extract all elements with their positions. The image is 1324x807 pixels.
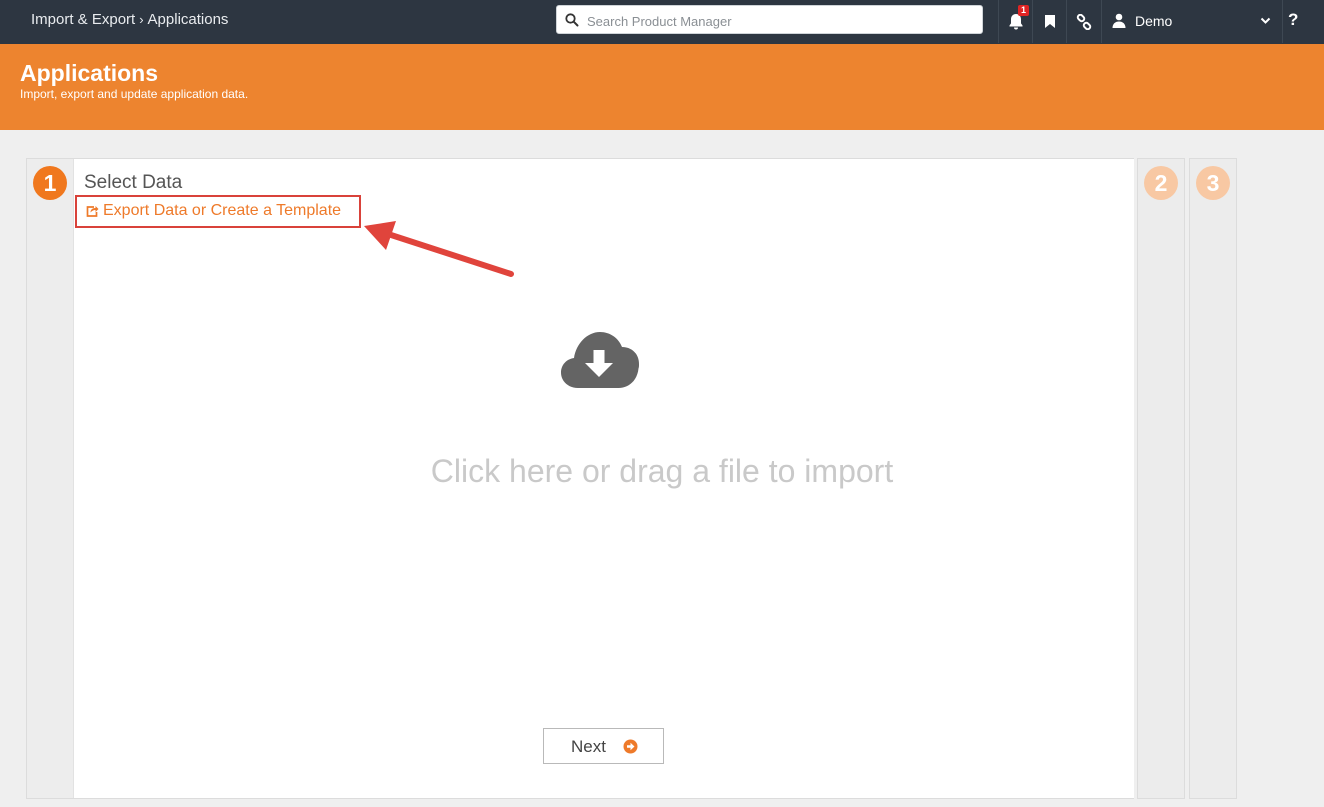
arrow-circle-right-icon [623, 739, 638, 754]
next-button-label: Next [571, 737, 606, 756]
step-title: Select Data [84, 172, 183, 193]
step-3-number: 3 [1196, 166, 1230, 200]
bookmark-icon [1045, 15, 1055, 28]
search-input[interactable] [585, 10, 979, 32]
annotation-arrow [364, 221, 514, 277]
chevron-down-icon [1260, 17, 1271, 24]
step-2-number: 2 [1144, 166, 1178, 200]
export-data-link[interactable]: Export Data or Create a Template [75, 195, 361, 228]
export-data-link-label: Export Data or Create a Template [103, 202, 342, 219]
breadcrumb-item-applications: Applications [147, 11, 229, 28]
user-name: Demo [1135, 13, 1173, 29]
notification-badge: 1 [1018, 5, 1030, 16]
share-square-icon [86, 206, 99, 217]
user-menu[interactable]: Demo [1101, 0, 1283, 43]
page-title: Applications [20, 60, 159, 86]
link-icon [1076, 13, 1092, 30]
notifications-button[interactable]: 1 [998, 0, 1033, 43]
next-button[interactable]: Next [543, 728, 664, 764]
links-button[interactable] [1066, 0, 1101, 43]
page-header: Applications Import, export and update a… [0, 44, 1324, 130]
search-icon [565, 13, 579, 27]
drop-zone-text: Click here or drag a file to import [430, 453, 894, 489]
breadcrumb: Import & Export › Applications [31, 11, 228, 28]
step-1-number: 1 [33, 166, 67, 200]
bookmarks-button[interactable] [1032, 0, 1067, 43]
top-bar: Import & Export ›Applications 1 Demo [0, 0, 1324, 44]
page-subtitle: Import, export and update application da… [20, 87, 249, 101]
search-box[interactable] [556, 5, 983, 34]
cloud-download-icon [561, 332, 639, 388]
breadcrumb-separator: › [139, 12, 144, 27]
help-button[interactable]: ? [1288, 10, 1298, 30]
user-icon [1112, 13, 1126, 28]
breadcrumb-item-import-export[interactable]: Import & Export [31, 11, 135, 28]
